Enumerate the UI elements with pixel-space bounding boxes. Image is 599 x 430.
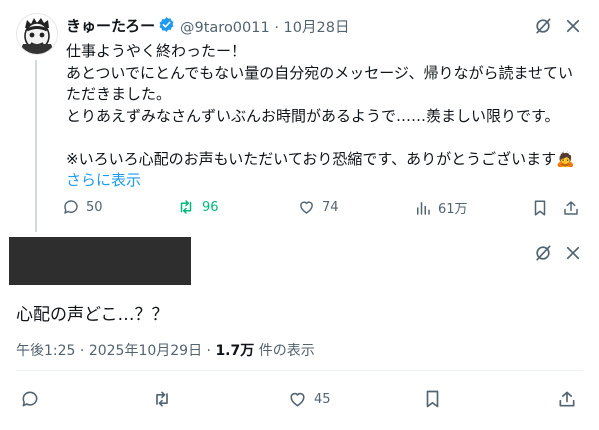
tweet-line-last: ※いろいろ心配のお声もいただいており恐縮です、ありがとうございます🙇 [66, 149, 586, 171]
meta-separator: · [274, 20, 279, 36]
grok-icon[interactable] [532, 15, 554, 37]
reply-views-count: 1.7万 [215, 343, 255, 359]
tweet-line: あとついでにとんでもない量の自分宛のメッセージ、帰りながら読ませてい [66, 63, 574, 82]
thread-line [35, 60, 37, 232]
reply-icon [64, 200, 78, 214]
bookmark-icon[interactable] [530, 198, 550, 218]
more-icon[interactable] [562, 242, 584, 264]
redacted-author-area [9, 237, 191, 285]
like-icon [300, 201, 313, 214]
meta-separator: · [206, 343, 211, 359]
tweet-text: 仕事ようやく終わったー！ あとついでにとんでもない量の自分宛のメッセージ、帰りな… [66, 41, 586, 192]
reply-date[interactable]: 2025年10月29日 [89, 343, 202, 359]
avatar-image [17, 14, 57, 54]
author-display-name[interactable]: きゅーたろー [66, 15, 155, 36]
author-handle[interactable]: @9taro0011 [180, 20, 270, 36]
reply-icon[interactable] [19, 388, 41, 410]
show-more-link[interactable]: さらに表示 [66, 170, 586, 192]
share-icon[interactable] [556, 388, 578, 410]
tweet-date[interactable]: 10月28日 [284, 20, 350, 36]
like-count: 74 [322, 199, 339, 215]
bookmark-icon[interactable] [421, 388, 443, 410]
repost-button[interactable]: 96 [176, 198, 219, 216]
divider [16, 370, 583, 371]
tweet-line: とりあえずみなさんずいぶんお時間があるようで……羨ましい限りです。 [66, 106, 560, 125]
more-icon[interactable] [562, 15, 584, 37]
share-icon[interactable] [561, 198, 581, 218]
views-icon [417, 201, 430, 215]
like-button[interactable]: 74 [297, 198, 339, 216]
grok-icon[interactable] [532, 242, 554, 264]
views-button[interactable]: 61万 [414, 198, 468, 217]
verified-badge-icon [158, 16, 175, 33]
like-button[interactable]: 45 [287, 389, 331, 409]
repost-icon[interactable] [150, 388, 174, 410]
tweet-line: 仕事ようやく終わったー！ [66, 42, 247, 60]
author-avatar[interactable] [16, 13, 58, 55]
reply-meta: 午後1:25 · 2025年10月29日 · 1.7万 件の表示 [16, 340, 315, 360]
repost-count: 96 [202, 199, 219, 215]
reply-count: 50 [86, 199, 103, 215]
meta-separator: · [79, 343, 85, 359]
views-count: 61万 [438, 202, 468, 217]
tweet-line [66, 127, 586, 149]
reply-time[interactable]: 午後1:25 [16, 343, 75, 359]
tweet-line: ただきました。 [66, 85, 172, 103]
reply-text: 心配の声どこ…？？ [16, 305, 169, 325]
repost-icon [180, 200, 192, 214]
bowing-emoji: 🙇 [556, 149, 575, 168]
author-meta: @9taro0011 · 10月28日 [180, 16, 349, 37]
tweet-line: ※いろいろ心配のお声もいただいており恐縮です、ありがとうございます [66, 149, 557, 168]
like-count: 45 [314, 391, 331, 407]
reply-button[interactable]: 50 [62, 198, 103, 216]
like-icon [290, 392, 305, 407]
reply-views-label: 件の表示 [258, 343, 315, 359]
